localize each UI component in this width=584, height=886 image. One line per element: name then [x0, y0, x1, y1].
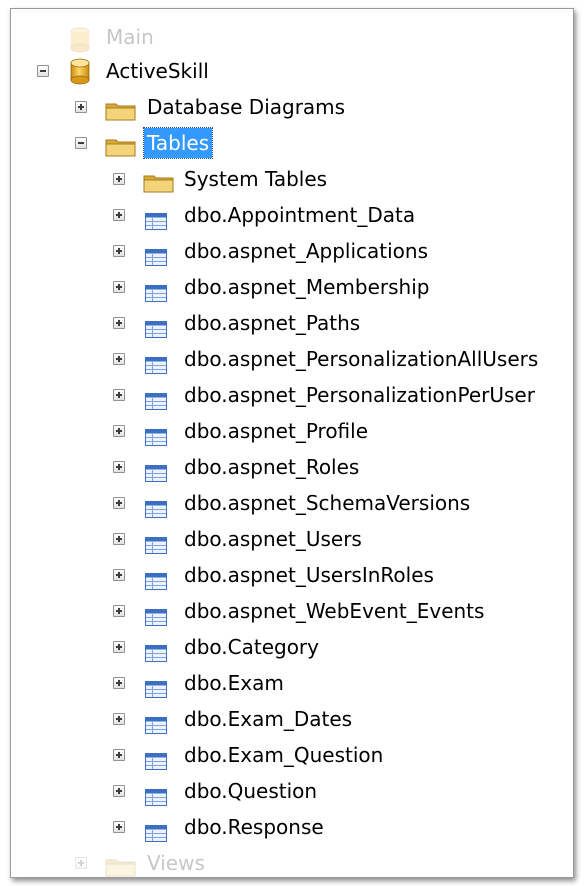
tree-node-table[interactable]: dbo.aspnet_Users [11, 523, 571, 555]
expand-icon[interactable] [113, 821, 125, 833]
tree-node-label: dbo.Response [184, 815, 324, 839]
expand-icon[interactable] [113, 317, 125, 329]
tree-node-label: dbo.aspnet_Applications [184, 239, 428, 263]
tree-node-table[interactable]: dbo.Question [11, 775, 571, 807]
expand-icon[interactable] [113, 425, 125, 437]
tree-node-label: dbo.aspnet_PersonalizationPerUser [184, 383, 535, 407]
expand-icon[interactable] [113, 785, 125, 797]
expand-icon[interactable] [113, 353, 125, 365]
tree-node-label: dbo.Appointment_Data [184, 203, 416, 227]
expand-icon[interactable] [113, 281, 125, 293]
expand-icon[interactable] [113, 389, 125, 401]
tree-node-label: dbo.Exam_Dates [184, 707, 353, 731]
tree-node-label: dbo.aspnet_PersonalizationAllUsers [184, 347, 539, 371]
tree-node-table[interactable]: dbo.Exam [11, 667, 571, 699]
tree-node-label: dbo.Question [184, 779, 318, 803]
expand-icon[interactable] [113, 497, 125, 509]
tree-node-table[interactable]: dbo.Response [11, 811, 571, 843]
tree-node-table[interactable]: dbo.aspnet_SchemaVersions [11, 487, 571, 519]
tree-node-label: Database Diagrams [147, 95, 346, 119]
tree-node-database-diagrams[interactable]: Database Diagrams [11, 91, 411, 123]
collapse-icon[interactable] [75, 137, 87, 149]
expand-icon[interactable] [113, 173, 125, 185]
tree-node-label: Main [106, 25, 154, 49]
tree-node-label: dbo.aspnet_Roles [184, 455, 360, 479]
folder-icon [105, 98, 137, 130]
expand-icon[interactable] [113, 461, 125, 473]
expand-icon[interactable] [75, 101, 87, 113]
tree-node-label: dbo.aspnet_WebEvent_Events [184, 599, 485, 623]
tree-node-label: System Tables [184, 167, 328, 191]
object-explorer-panel: Main ActiveSkill Database Diagrams Table… [10, 8, 574, 878]
tree-node-main[interactable]: Main [11, 23, 411, 55]
tree-node-table[interactable]: dbo.aspnet_WebEvent_Events [11, 595, 571, 627]
tree-node-table[interactable]: dbo.Exam_Question [11, 739, 571, 771]
expand-icon[interactable] [113, 713, 125, 725]
tree-node-system-tables[interactable]: System Tables [11, 163, 411, 195]
tree-node-label: dbo.aspnet_Profile [184, 419, 369, 443]
tree-node-table[interactable]: dbo.aspnet_Applications [11, 235, 571, 267]
expand-icon[interactable] [113, 605, 125, 617]
tree-node-views[interactable]: Views [11, 847, 411, 877]
tree-node-table[interactable]: dbo.aspnet_UsersInRoles [11, 559, 571, 591]
tree-node-label: dbo.aspnet_Membership [184, 275, 430, 299]
tree-node-label: Tables [142, 127, 214, 159]
tree-node-table[interactable]: dbo.Category [11, 631, 571, 663]
tree-node-activeskill[interactable]: ActiveSkill [11, 55, 411, 87]
tree-node-label: Views [147, 851, 205, 875]
tree-node-label: dbo.Exam_Question [184, 743, 384, 767]
tree-node-tables[interactable]: Tables [11, 127, 411, 159]
expand-icon[interactable] [75, 857, 87, 869]
tree-node-table[interactable]: dbo.aspnet_Membership [11, 271, 571, 303]
folder-icon [105, 854, 137, 877]
tree-node-table[interactable]: dbo.aspnet_PersonalizationAllUsers [11, 343, 571, 375]
tree-node-table[interactable]: dbo.Appointment_Data [11, 199, 571, 231]
expand-icon[interactable] [113, 641, 125, 653]
tree-node-label: dbo.aspnet_UsersInRoles [184, 563, 434, 587]
tree-node-table[interactable]: dbo.Exam_Dates [11, 703, 571, 735]
expand-icon[interactable] [113, 533, 125, 545]
expand-icon[interactable] [113, 569, 125, 581]
tree-node-table[interactable]: dbo.aspnet_PersonalizationPerUser [11, 379, 571, 411]
collapse-icon[interactable] [37, 65, 49, 77]
tree-node-label: dbo.aspnet_Users [184, 527, 362, 551]
tree-node-table[interactable]: dbo.aspnet_Profile [11, 415, 571, 447]
tree-node-table[interactable]: dbo.aspnet_Roles [11, 451, 571, 483]
tree-node-label: dbo.Category [184, 635, 319, 659]
expand-icon[interactable] [113, 245, 125, 257]
tree-node-label: dbo.aspnet_Paths [184, 311, 361, 335]
expand-icon[interactable] [113, 677, 125, 689]
expand-icon[interactable] [113, 209, 125, 221]
tree-node-label: ActiveSkill [106, 59, 209, 83]
tree-node-label: dbo.Exam [184, 671, 284, 695]
tree-node-table[interactable]: dbo.aspnet_Paths [11, 307, 571, 339]
folder-icon [143, 170, 175, 202]
expand-icon[interactable] [113, 749, 125, 761]
database-cylinder-icon [69, 58, 91, 94]
folder-icon [105, 134, 137, 166]
tree-node-label: dbo.aspnet_SchemaVersions [184, 491, 471, 515]
